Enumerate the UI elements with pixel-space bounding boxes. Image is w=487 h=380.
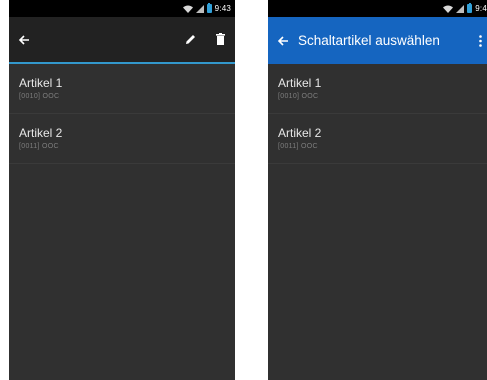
wifi-icon: [182, 5, 193, 13]
item-subtitle: [0010] OOC: [278, 92, 319, 100]
overflow-menu-icon: [478, 34, 482, 47]
page-title: Schaltartikel auswählen: [298, 33, 440, 48]
battery-icon: [467, 3, 473, 13]
article-list: Artikel 1 [0010] OOC Artikel 2 [0011] OO…: [268, 64, 487, 164]
status-time: 9:43: [214, 4, 231, 13]
list-item[interactable]: Artikel 1 [0010] OOC: [268, 64, 487, 114]
item-subtitle: [0011] OOC: [278, 142, 318, 150]
back-button[interactable]: [268, 17, 298, 64]
item-title: Artikel 2: [19, 125, 63, 140]
list-item[interactable]: Artikel 2 [0011] OOC: [9, 114, 235, 164]
signal-icon: [456, 4, 465, 13]
edit-button[interactable]: [175, 17, 205, 62]
arrow-left-icon: [277, 35, 288, 46]
battery-icon: [206, 3, 212, 13]
status-bar: 9:43: [9, 0, 235, 17]
status-time: 9:4: [475, 4, 487, 13]
signal-icon: [195, 4, 204, 13]
status-bar: 9:4: [268, 0, 487, 17]
action-bar: [9, 17, 235, 64]
phone-screen-right: 9:4 Schaltartikel auswählen Artikel 1 [0…: [268, 0, 487, 380]
delete-button[interactable]: [205, 17, 235, 62]
back-button[interactable]: [9, 17, 39, 62]
list-item[interactable]: Artikel 1 [0010] OOC: [9, 64, 235, 114]
item-title: Artikel 2: [278, 125, 322, 140]
item-subtitle: [0011] OOC: [19, 142, 59, 150]
action-bar: Schaltartikel auswählen: [268, 17, 487, 64]
phone-screen-left: 9:43 Artikel 1 [0010] OOC Artikel 2 [001…: [9, 0, 235, 380]
trash-icon: [215, 33, 225, 45]
item-subtitle: [0010] OOC: [19, 92, 60, 100]
pencil-icon: [185, 35, 195, 44]
article-list: Artikel 1 [0010] OOC Artikel 2 [0011] OO…: [9, 64, 235, 164]
item-title: Artikel 1: [278, 75, 322, 90]
list-item[interactable]: Artikel 2 [0011] OOC: [268, 114, 487, 164]
wifi-icon: [443, 5, 454, 13]
item-title: Artikel 1: [19, 75, 63, 90]
arrow-left-icon: [18, 34, 29, 45]
overflow-menu-button[interactable]: [473, 17, 487, 64]
